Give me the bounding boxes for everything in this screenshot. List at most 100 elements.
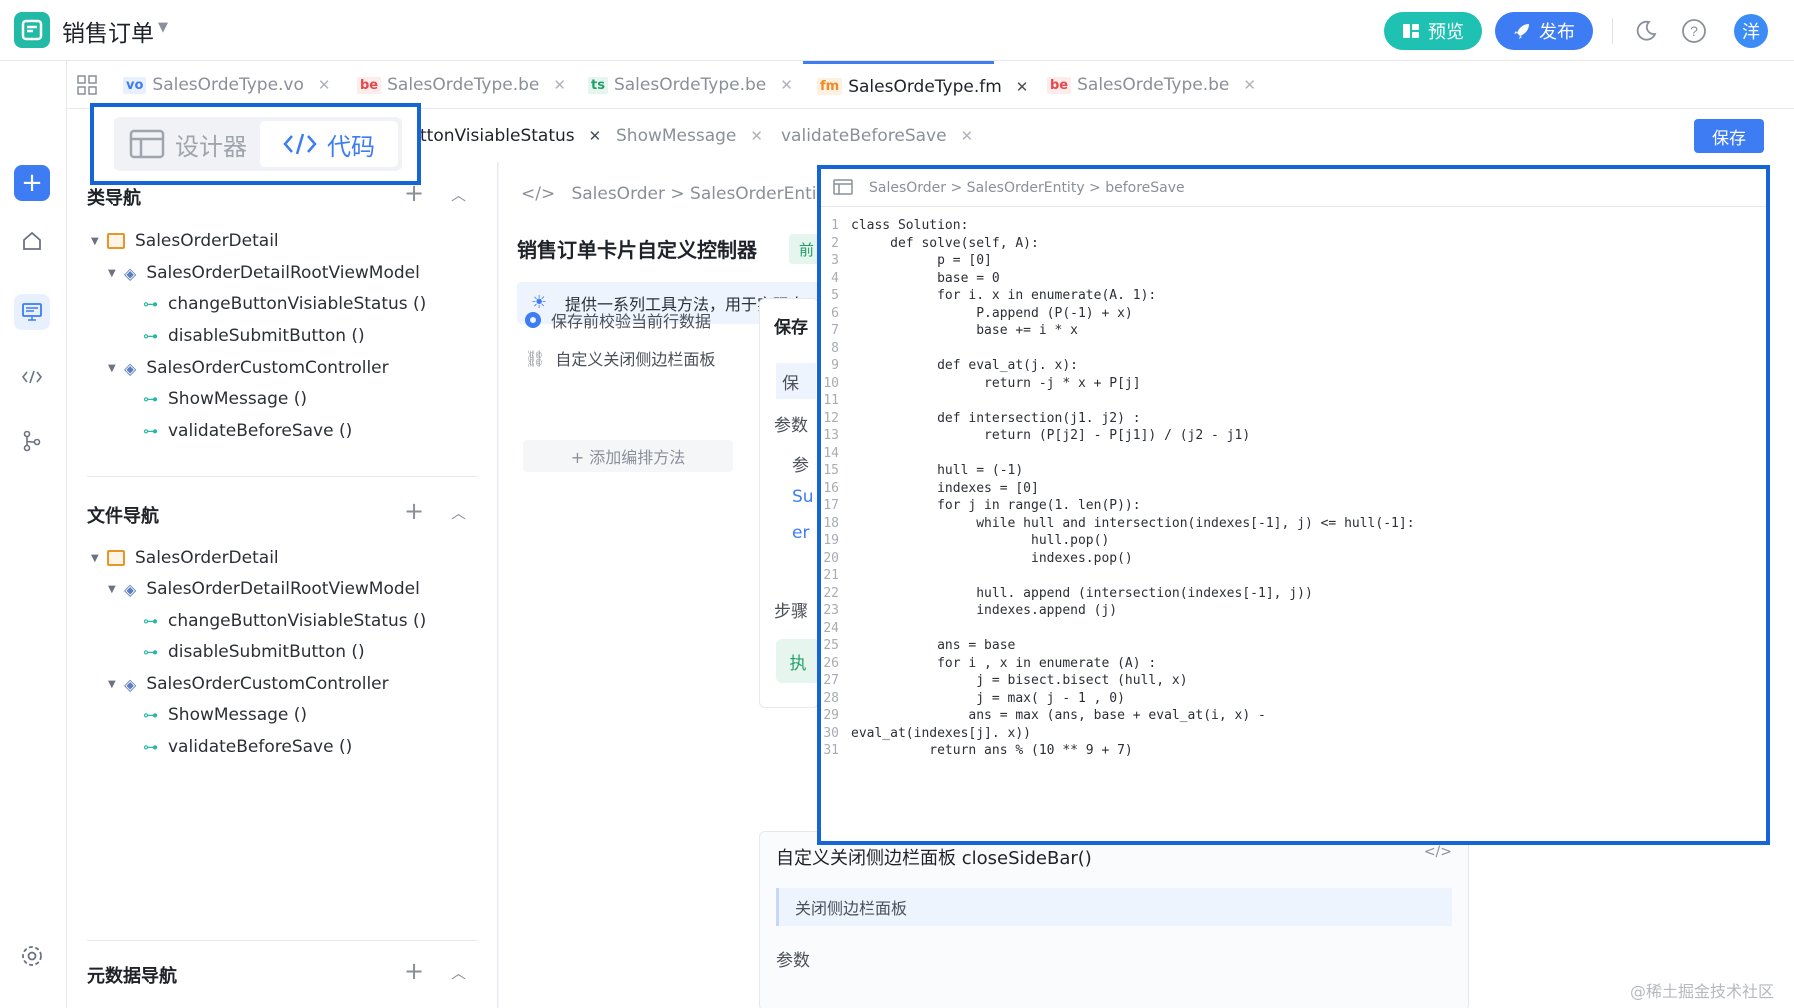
preview-button[interactable]: 预览 xyxy=(1384,12,1482,50)
layers-icon: ◈ xyxy=(124,674,137,694)
tree-node-method[interactable]: ⊶ changeButtonVisiableStatus () xyxy=(143,294,426,314)
file-tab-be[interactable]: be SalesOrdeType.be ✕ xyxy=(357,61,566,109)
tree-node-method[interactable]: ⊶ validateBeforeSave () xyxy=(143,737,352,757)
chevron-up-icon[interactable]: ︿ xyxy=(451,502,466,523)
code-text: hull. append (intersection(indexes[-1], … xyxy=(851,585,1313,601)
card-desc: 保 xyxy=(776,363,816,399)
tree-node-method[interactable]: ⊶ ShowMessage () xyxy=(143,705,307,725)
code-icon: </> xyxy=(521,184,556,204)
file-tab-be-2[interactable]: be SalesOrdeType.be ✕ xyxy=(1047,61,1256,109)
tab-change-button-status[interactable]: ttonVisiableStatus ✕ xyxy=(420,109,601,162)
add-icon[interactable]: + xyxy=(404,497,424,525)
code-line: 13 return (P[j2] - P[j1]) / (j2 - j1) xyxy=(821,427,1766,445)
chevron-up-icon[interactable]: ︿ xyxy=(451,962,466,983)
code-line: 12 def intersection(j1. j2) : xyxy=(821,410,1766,428)
file-tab-ts[interactable]: ts SalesOrdeType.be ✕ xyxy=(588,61,793,109)
method-icon: ⊶ xyxy=(143,706,158,724)
code-text: hull = (-1) xyxy=(851,463,1024,478)
avatar[interactable]: 洋 xyxy=(1734,14,1768,48)
close-icon[interactable]: ✕ xyxy=(589,127,602,145)
tree-node-root[interactable]: ▼ SalesOrderDetail xyxy=(91,548,279,568)
branch-icon[interactable] xyxy=(14,423,50,459)
tree-node-method[interactable]: ⊶ validateBeforeSave () xyxy=(143,421,352,441)
moon-icon[interactable] xyxy=(1631,16,1661,46)
code-editor-panel: SalesOrder > SalesOrderEntity > beforeSa… xyxy=(817,165,1770,845)
tree-node-group[interactable]: ▼ ◈ SalesOrderCustomController xyxy=(108,674,389,694)
save-button[interactable]: 保存 xyxy=(1694,119,1764,153)
code-line: 29 ans = max (ans, base + eval_at(i, x) … xyxy=(821,707,1766,725)
code-editor[interactable]: 1 class Solution: 2 def solve(self, A): 3 p… xyxy=(821,217,1766,760)
layout-icon xyxy=(833,179,853,199)
close-icon[interactable]: ✕ xyxy=(1016,78,1029,96)
tree-node-method[interactable]: ⊶ disableSubmitButton () xyxy=(143,642,365,662)
caret-down-icon[interactable]: ▼ xyxy=(108,679,124,690)
method-icon: ⊶ xyxy=(143,612,158,630)
home-icon[interactable] xyxy=(14,223,50,259)
tree-node-root[interactable]: ▼ SalesOrderDetail xyxy=(91,231,279,251)
line-number: 7 xyxy=(831,323,839,338)
tree-node-group[interactable]: ▼ ◈ SalesOrderDetailRootViewModel xyxy=(108,263,420,283)
close-icon[interactable]: ✕ xyxy=(750,127,763,145)
grid-icon[interactable] xyxy=(77,75,97,99)
code-line: 1 class Solution: xyxy=(821,217,1766,235)
file-tab-label: SalesOrdeType.be xyxy=(613,75,767,95)
tree-label: SalesOrderDetailRootViewModel xyxy=(146,579,420,599)
chevron-up-icon[interactable]: ︿ xyxy=(451,184,466,205)
close-icon[interactable]: ✕ xyxy=(553,76,566,94)
caret-down-icon[interactable]: ▼ xyxy=(91,553,107,564)
add-icon[interactable]: + xyxy=(14,165,50,201)
code-text: ans = max (ans, base + eval_at(i, x) - xyxy=(851,708,1266,723)
close-icon[interactable]: ✕ xyxy=(961,127,974,145)
line-number: 1 xyxy=(831,218,839,233)
file-type-badge: be xyxy=(357,76,382,94)
code-text: j = max( j - 1 , 0) xyxy=(851,690,1125,706)
radio-selected-icon xyxy=(525,312,541,328)
add-method-button[interactable]: + 添加编排方法 xyxy=(523,440,733,472)
file-tab-fm[interactable]: fm SalesOrdeType.fm ✕ xyxy=(803,61,1028,109)
step-item[interactable]: ⛓ 自定义关闭侧边栏面板 xyxy=(525,346,715,370)
line-number: 3 xyxy=(831,253,839,268)
monitor-icon[interactable] xyxy=(14,294,50,330)
caret-down-icon[interactable]: ▼ xyxy=(158,20,168,35)
meta-nav-title: 元数据导航 xyxy=(87,966,177,987)
designer-mode-button[interactable]: 设计器 xyxy=(118,121,258,167)
close-icon[interactable]: ✕ xyxy=(318,76,331,94)
left-rail: + xyxy=(0,61,67,1008)
caret-down-icon[interactable]: ▼ xyxy=(91,236,107,247)
step-item[interactable]: 保存前校验当前行数据 xyxy=(525,308,711,332)
execute-button[interactable]: 执 xyxy=(776,639,820,683)
app-title[interactable]: 销售订单 xyxy=(62,14,154,48)
tab-label: ShowMessage xyxy=(616,125,737,146)
code-text: eval_at(indexes[j]. x)) xyxy=(851,725,1032,741)
close-icon[interactable]: ✕ xyxy=(1243,76,1256,94)
tab-validate-before-save[interactable]: validateBeforeSave ✕ xyxy=(781,109,973,162)
form-icon xyxy=(107,550,125,566)
caret-down-icon[interactable]: ▼ xyxy=(108,363,124,374)
line-number: 16 xyxy=(823,480,839,496)
tab-show-message[interactable]: ShowMessage ✕ xyxy=(616,109,763,162)
tree-node-method[interactable]: ⊶ changeButtonVisiableStatus () xyxy=(143,611,426,631)
add-icon[interactable]: + xyxy=(404,957,424,985)
tree-node-method[interactable]: ⊶ ShowMessage () xyxy=(143,389,307,409)
code-icon[interactable]: </> xyxy=(1424,844,1452,860)
close-icon[interactable]: ✕ xyxy=(780,76,793,94)
svg-text:?: ? xyxy=(1690,23,1698,39)
code-text: p = [0] xyxy=(851,253,992,268)
caret-down-icon[interactable]: ▼ xyxy=(108,584,124,595)
line-number: 27 xyxy=(823,673,839,688)
code-text: def eval_at(j. x): xyxy=(851,358,1078,373)
settings-icon[interactable] xyxy=(14,938,50,974)
publish-button[interactable]: 发布 xyxy=(1495,12,1593,50)
help-icon[interactable]: ? xyxy=(1679,16,1709,46)
tree-node-method[interactable]: ⊶ disableSubmitButton () xyxy=(143,326,365,346)
file-tab-vo[interactable]: vo SalesOrdeType.vo ✕ xyxy=(123,61,330,109)
caret-down-icon[interactable]: ▼ xyxy=(108,268,124,279)
code-line: 15 hull = (-1) xyxy=(821,462,1766,480)
publish-label: 发布 xyxy=(1539,22,1575,43)
line-number: 19 xyxy=(823,533,839,548)
tree-node-group[interactable]: ▼ ◈ SalesOrderCustomController xyxy=(108,358,389,378)
code-text: base += i * x xyxy=(851,323,1078,338)
code-mode-button[interactable]: 代码 xyxy=(260,121,398,167)
tree-node-group[interactable]: ▼ ◈ SalesOrderDetailRootViewModel xyxy=(108,579,420,599)
code-icon[interactable] xyxy=(14,359,50,395)
